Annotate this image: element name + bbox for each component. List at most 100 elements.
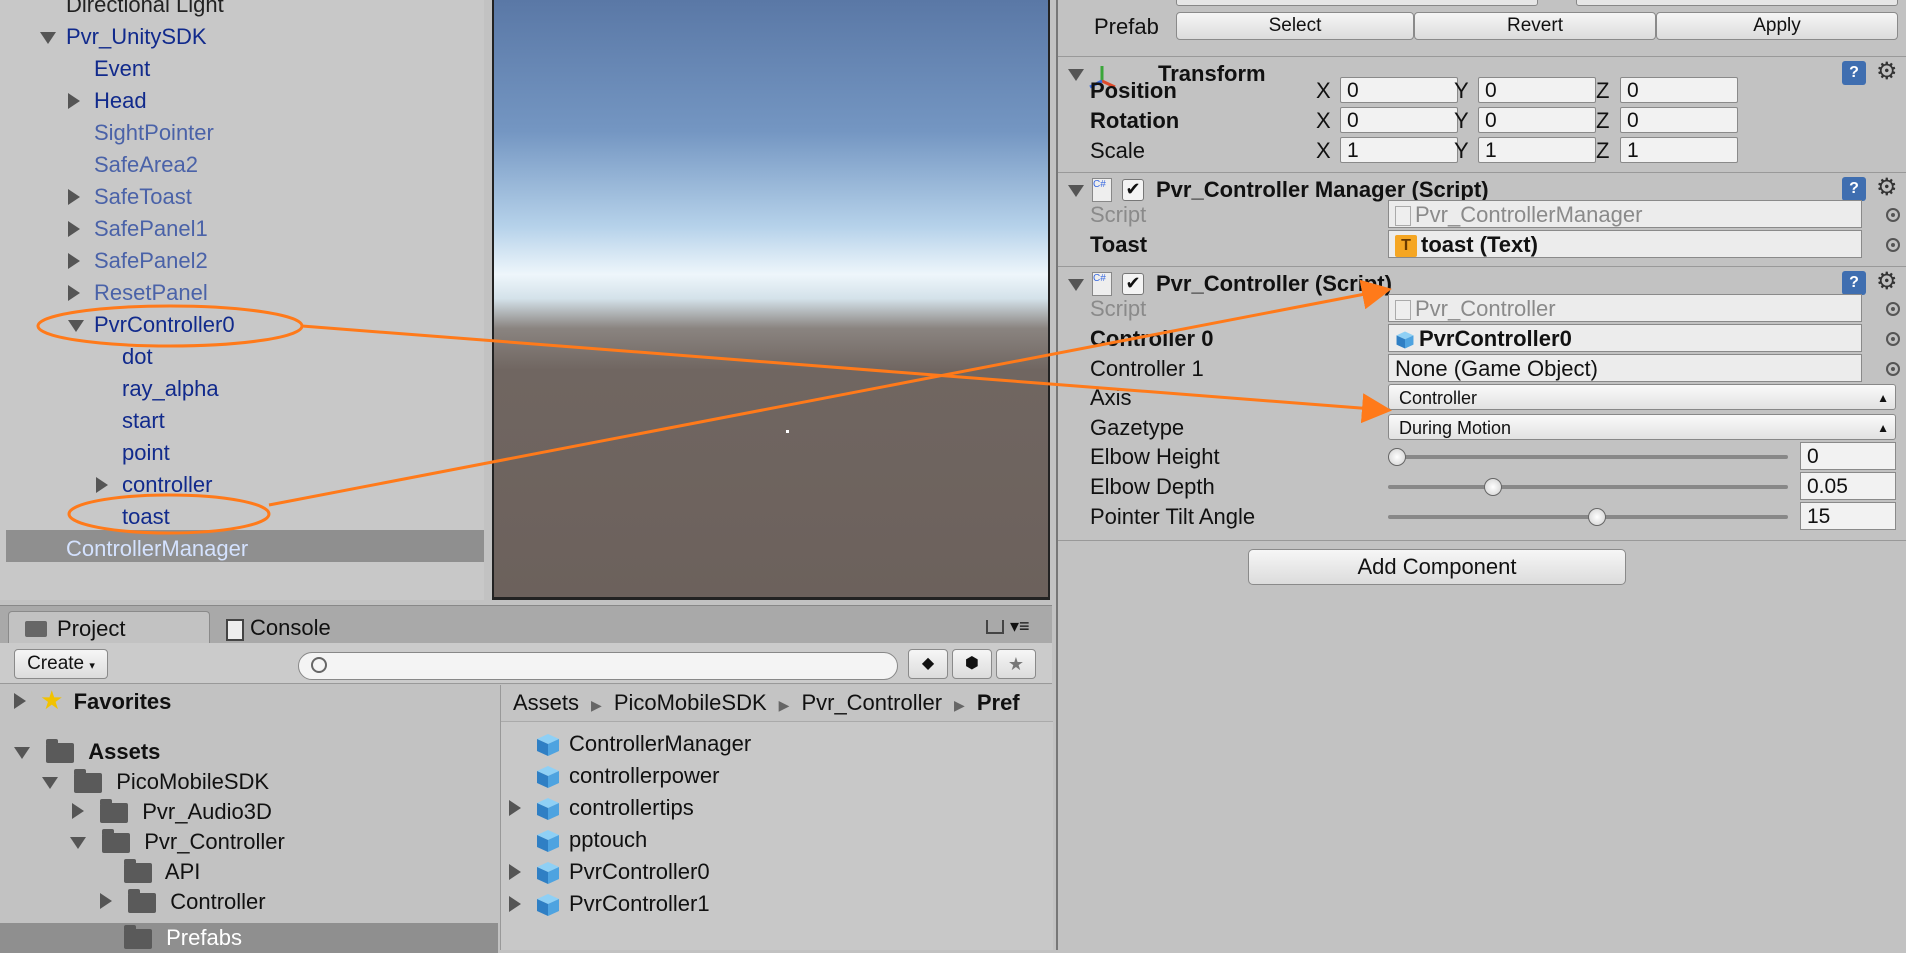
tree-item-pvr-controller[interactable]: Pvr_Controller	[70, 827, 285, 857]
hierarchy-item[interactable]: ControllerManager	[66, 534, 248, 564]
scale-x-field[interactable]: 1	[1340, 137, 1458, 163]
hierarchy-item[interactable]: dot	[122, 342, 153, 372]
help-icon[interactable]: ?	[1842, 271, 1866, 295]
breadcrumb-item-current[interactable]: Pref	[977, 690, 1020, 715]
expand-arrow-icon[interactable]	[68, 253, 80, 269]
expand-arrow-icon[interactable]	[509, 864, 521, 880]
gazetype-dropdown[interactable]: During Motion ▲	[1388, 414, 1896, 440]
position-x-field[interactable]: 0	[1340, 77, 1458, 103]
controller0-field[interactable]: PvrController0	[1388, 324, 1862, 352]
component-enabled-checkbox[interactable]: ✔	[1122, 273, 1144, 295]
object-picker-icon[interactable]	[1886, 238, 1900, 252]
hierarchy-item[interactable]: SafePanel1	[68, 214, 208, 244]
expand-arrow-icon[interactable]	[68, 93, 80, 109]
breadcrumb-item[interactable]: PicoMobileSDK	[614, 690, 767, 715]
prefab-revert-button[interactable]: Revert	[1414, 12, 1656, 40]
expand-arrow-icon[interactable]	[68, 285, 80, 301]
collapse-arrow-icon[interactable]	[40, 32, 56, 44]
create-button[interactable]: Create ▾	[14, 649, 108, 679]
tree-item-favorites[interactable]: ★ Favorites	[14, 685, 171, 715]
gear-icon[interactable]: ⚙	[1876, 57, 1898, 86]
controller1-field[interactable]: None (Game Object)	[1388, 354, 1862, 382]
tree-item-prefabs-selected[interactable]: Prefabs	[0, 923, 498, 953]
tree-item-picomobilesdk[interactable]: PicoMobileSDK	[42, 767, 269, 797]
gear-icon[interactable]: ⚙	[1876, 267, 1898, 296]
object-picker-icon[interactable]	[1886, 362, 1900, 376]
hierarchy-item[interactable]: start	[122, 406, 165, 436]
expand-arrow-icon[interactable]	[509, 800, 521, 816]
expand-arrow-icon[interactable]	[68, 189, 80, 205]
hierarchy-item[interactable]: SafePanel2	[68, 246, 208, 276]
scale-z-field[interactable]: 1	[1620, 137, 1738, 163]
elbow-height-slider-handle[interactable]	[1388, 448, 1406, 466]
add-component-button[interactable]: Add Component	[1248, 549, 1626, 585]
hierarchy-item[interactable]: ResetPanel	[68, 278, 208, 308]
hierarchy-item[interactable]: Pvr_UnitySDK	[40, 22, 207, 52]
tree-item-controller[interactable]: Controller	[100, 887, 266, 917]
search-input[interactable]	[298, 652, 898, 680]
position-z-field[interactable]: 0	[1620, 77, 1738, 103]
gear-icon[interactable]: ⚙	[1876, 173, 1898, 202]
file-item[interactable]: ControllerManager	[535, 729, 751, 759]
prefab-apply-button[interactable]: Apply	[1656, 12, 1898, 40]
file-item[interactable]: PvrController0	[509, 857, 710, 887]
rotation-y-field[interactable]: 0	[1478, 107, 1596, 133]
hierarchy-item[interactable]: controller	[96, 470, 212, 500]
file-item[interactable]: controllertips	[509, 793, 694, 823]
lock-icon[interactable]	[986, 620, 1004, 634]
prefab-select-button[interactable]: Select	[1176, 12, 1414, 40]
rotation-z-field[interactable]: 0	[1620, 107, 1738, 133]
hierarchy-item[interactable]: PvrController0	[68, 310, 235, 340]
expand-arrow-icon[interactable]	[68, 221, 80, 237]
elbow-height-field[interactable]: 0	[1800, 442, 1896, 470]
toast-field[interactable]: Ttoast (Text)	[1388, 230, 1862, 258]
tree-item-assets[interactable]: Assets	[14, 737, 160, 767]
scene-view[interactable]	[492, 0, 1050, 600]
elbow-depth-slider-handle[interactable]	[1484, 478, 1502, 496]
hierarchy-item[interactable]: Event	[94, 54, 150, 84]
expand-arrow-icon[interactable]	[509, 896, 521, 912]
tree-item-api[interactable]: API	[124, 857, 200, 887]
breadcrumb-item[interactable]: Pvr_Controller	[801, 690, 942, 715]
file-item[interactable]: PvrController1	[509, 889, 710, 919]
expand-arrow-icon[interactable]	[96, 477, 108, 493]
file-item[interactable]: pptouch	[535, 825, 647, 855]
tab-console[interactable]: Console	[210, 611, 400, 644]
hierarchy-item[interactable]: Head	[68, 86, 147, 116]
filter-by-type-button[interactable]: ◆	[908, 649, 948, 679]
help-icon[interactable]: ?	[1842, 177, 1866, 201]
hierarchy-item[interactable]: toast	[122, 502, 170, 532]
layer-dropdown-partial[interactable]	[1176, 0, 1538, 6]
hierarchy-item[interactable]: SightPointer	[94, 118, 214, 148]
pointer-tilt-slider-handle[interactable]	[1588, 508, 1606, 526]
tree-item-pvr-audio3d[interactable]: Pvr_Audio3D	[72, 797, 272, 827]
object-picker-icon[interactable]	[1886, 302, 1900, 316]
filter-by-label-button[interactable]: ⬢	[952, 649, 992, 679]
help-icon[interactable]: ?	[1842, 61, 1866, 85]
component-enabled-checkbox[interactable]: ✔	[1122, 179, 1144, 201]
elbow-depth-slider-track[interactable]	[1388, 485, 1788, 489]
elbow-depth-field[interactable]: 0.05	[1800, 472, 1896, 500]
object-picker-icon[interactable]	[1886, 208, 1900, 222]
axis-dropdown[interactable]: Controller ▲	[1388, 384, 1896, 410]
scene-skybox[interactable]	[494, 0, 1048, 597]
hierarchy-item[interactable]: ray_alpha	[122, 374, 219, 404]
breadcrumb-item[interactable]: Assets	[513, 690, 579, 715]
collapse-arrow-icon[interactable]	[68, 320, 84, 332]
hierarchy-item[interactable]: SafeArea2	[94, 150, 198, 180]
hierarchy-item[interactable]: Directional Light	[66, 0, 224, 20]
panel-menu-icon[interactable]: ▾≡	[1010, 616, 1030, 637]
elbow-height-slider-track[interactable]	[1388, 455, 1788, 459]
pointer-tilt-field[interactable]: 15	[1800, 502, 1896, 530]
tab-project[interactable]: Project	[8, 611, 210, 645]
elbow-depth-value: 0.05	[1807, 475, 1848, 498]
favorites-star-button[interactable]: ★	[996, 649, 1036, 679]
hierarchy-item[interactable]: point	[122, 438, 170, 468]
static-dropdown-partial[interactable]	[1576, 0, 1898, 6]
scale-y-field[interactable]: 1	[1478, 137, 1596, 163]
rotation-x-field[interactable]: 0	[1340, 107, 1458, 133]
file-item[interactable]: controllerpower	[535, 761, 719, 791]
hierarchy-item[interactable]: SafeToast	[68, 182, 192, 212]
position-y-field[interactable]: 0	[1478, 77, 1596, 103]
object-picker-icon[interactable]	[1886, 332, 1900, 346]
